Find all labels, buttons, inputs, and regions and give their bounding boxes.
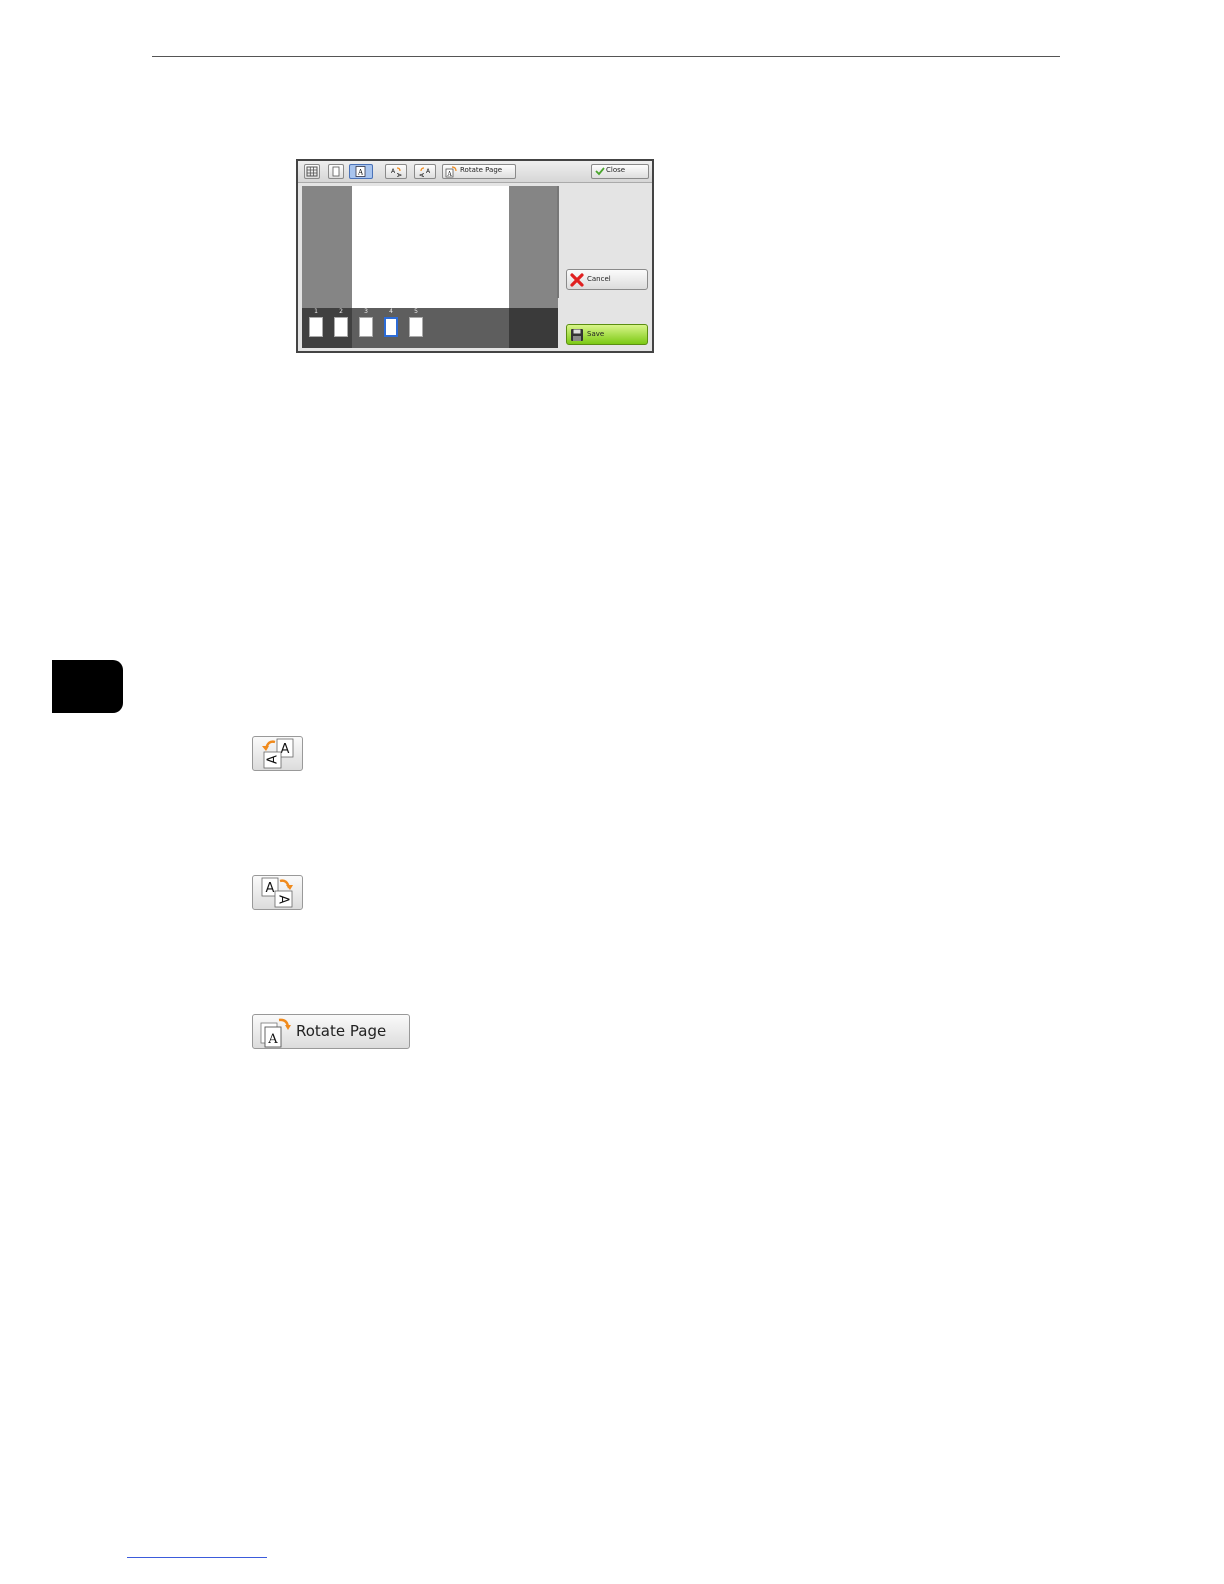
single-page-view-button[interactable] — [328, 164, 344, 179]
thumbnail-number: 5 — [414, 308, 418, 315]
svg-text:A: A — [266, 881, 275, 896]
red-x-icon — [570, 273, 584, 287]
thumbnail-page-5[interactable] — [409, 317, 423, 337]
thumbnail-page-2[interactable] — [334, 317, 348, 337]
scrollbar[interactable] — [557, 186, 559, 298]
header-rule — [152, 56, 1060, 57]
cancel-label: Cancel — [587, 275, 611, 283]
page-preview — [352, 186, 509, 308]
save-button[interactable]: Save — [566, 324, 648, 345]
rotate-right-icon-sample: A A — [252, 875, 303, 910]
thumbnail-page-4[interactable] — [384, 317, 398, 337]
page-a-icon: A — [355, 166, 366, 177]
page-icon — [332, 166, 340, 177]
rotate-right-button[interactable]: A A — [385, 164, 407, 179]
rotate-right-icon: A A — [261, 877, 293, 908]
rotate-page-button[interactable]: A Rotate Page — [442, 164, 516, 179]
thumbnail-number: 1 — [314, 308, 318, 315]
close-label: Close — [606, 166, 626, 174]
thumbnail-number: 2 — [339, 308, 343, 315]
full-view-button[interactable]: A — [349, 164, 373, 179]
rotate-left-icon: A A — [419, 167, 431, 177]
thumbnail-number: 3 — [364, 308, 368, 315]
rotate-page-label: Rotate Page — [296, 1022, 387, 1040]
rotate-left-icon: A A — [262, 738, 294, 769]
rotate-left-button[interactable]: A A — [414, 164, 436, 179]
svg-text:A: A — [357, 169, 364, 177]
rotate-page-icon: A — [260, 1018, 291, 1048]
page-viewer: 1 2 3 4 5 — [302, 186, 558, 348]
chapter-tab — [52, 660, 123, 713]
thumbnail-number: 4 — [389, 308, 393, 315]
rotate-page-label: Rotate Page — [460, 166, 503, 174]
rotate-page-icon: A — [445, 166, 457, 178]
close-button[interactable]: Close — [591, 164, 649, 179]
preview-screen: A A A A A A Rotate Page Close 1 2 3 4 5 … — [296, 159, 654, 353]
svg-text:A: A — [419, 172, 426, 177]
rotate-right-icon: A A — [391, 167, 402, 178]
svg-text:A: A — [281, 742, 290, 757]
viewer-corner — [509, 308, 558, 348]
svg-text:A: A — [446, 171, 452, 178]
thumbnail-page-3[interactable] — [359, 317, 373, 337]
save-label: Save — [587, 330, 605, 338]
svg-text:A: A — [426, 168, 431, 175]
floppy-disk-icon — [571, 329, 583, 341]
checkmark-icon — [595, 167, 605, 176]
svg-text:A: A — [267, 1032, 278, 1047]
rotate-left-icon-sample: A A — [252, 736, 303, 771]
grid-view-button[interactable] — [304, 164, 320, 179]
rotate-page-button-sample: A Rotate Page — [252, 1014, 410, 1049]
footer-link-underline — [127, 1557, 267, 1558]
grid-icon — [306, 166, 318, 177]
svg-text:A: A — [395, 173, 402, 178]
svg-text:A: A — [276, 895, 291, 904]
cancel-button[interactable]: Cancel — [566, 269, 648, 290]
thumbnail-page-1[interactable] — [309, 317, 323, 337]
svg-text:A: A — [266, 755, 281, 764]
preview-toolbar: A A A A A A Rotate Page Close — [298, 161, 652, 183]
